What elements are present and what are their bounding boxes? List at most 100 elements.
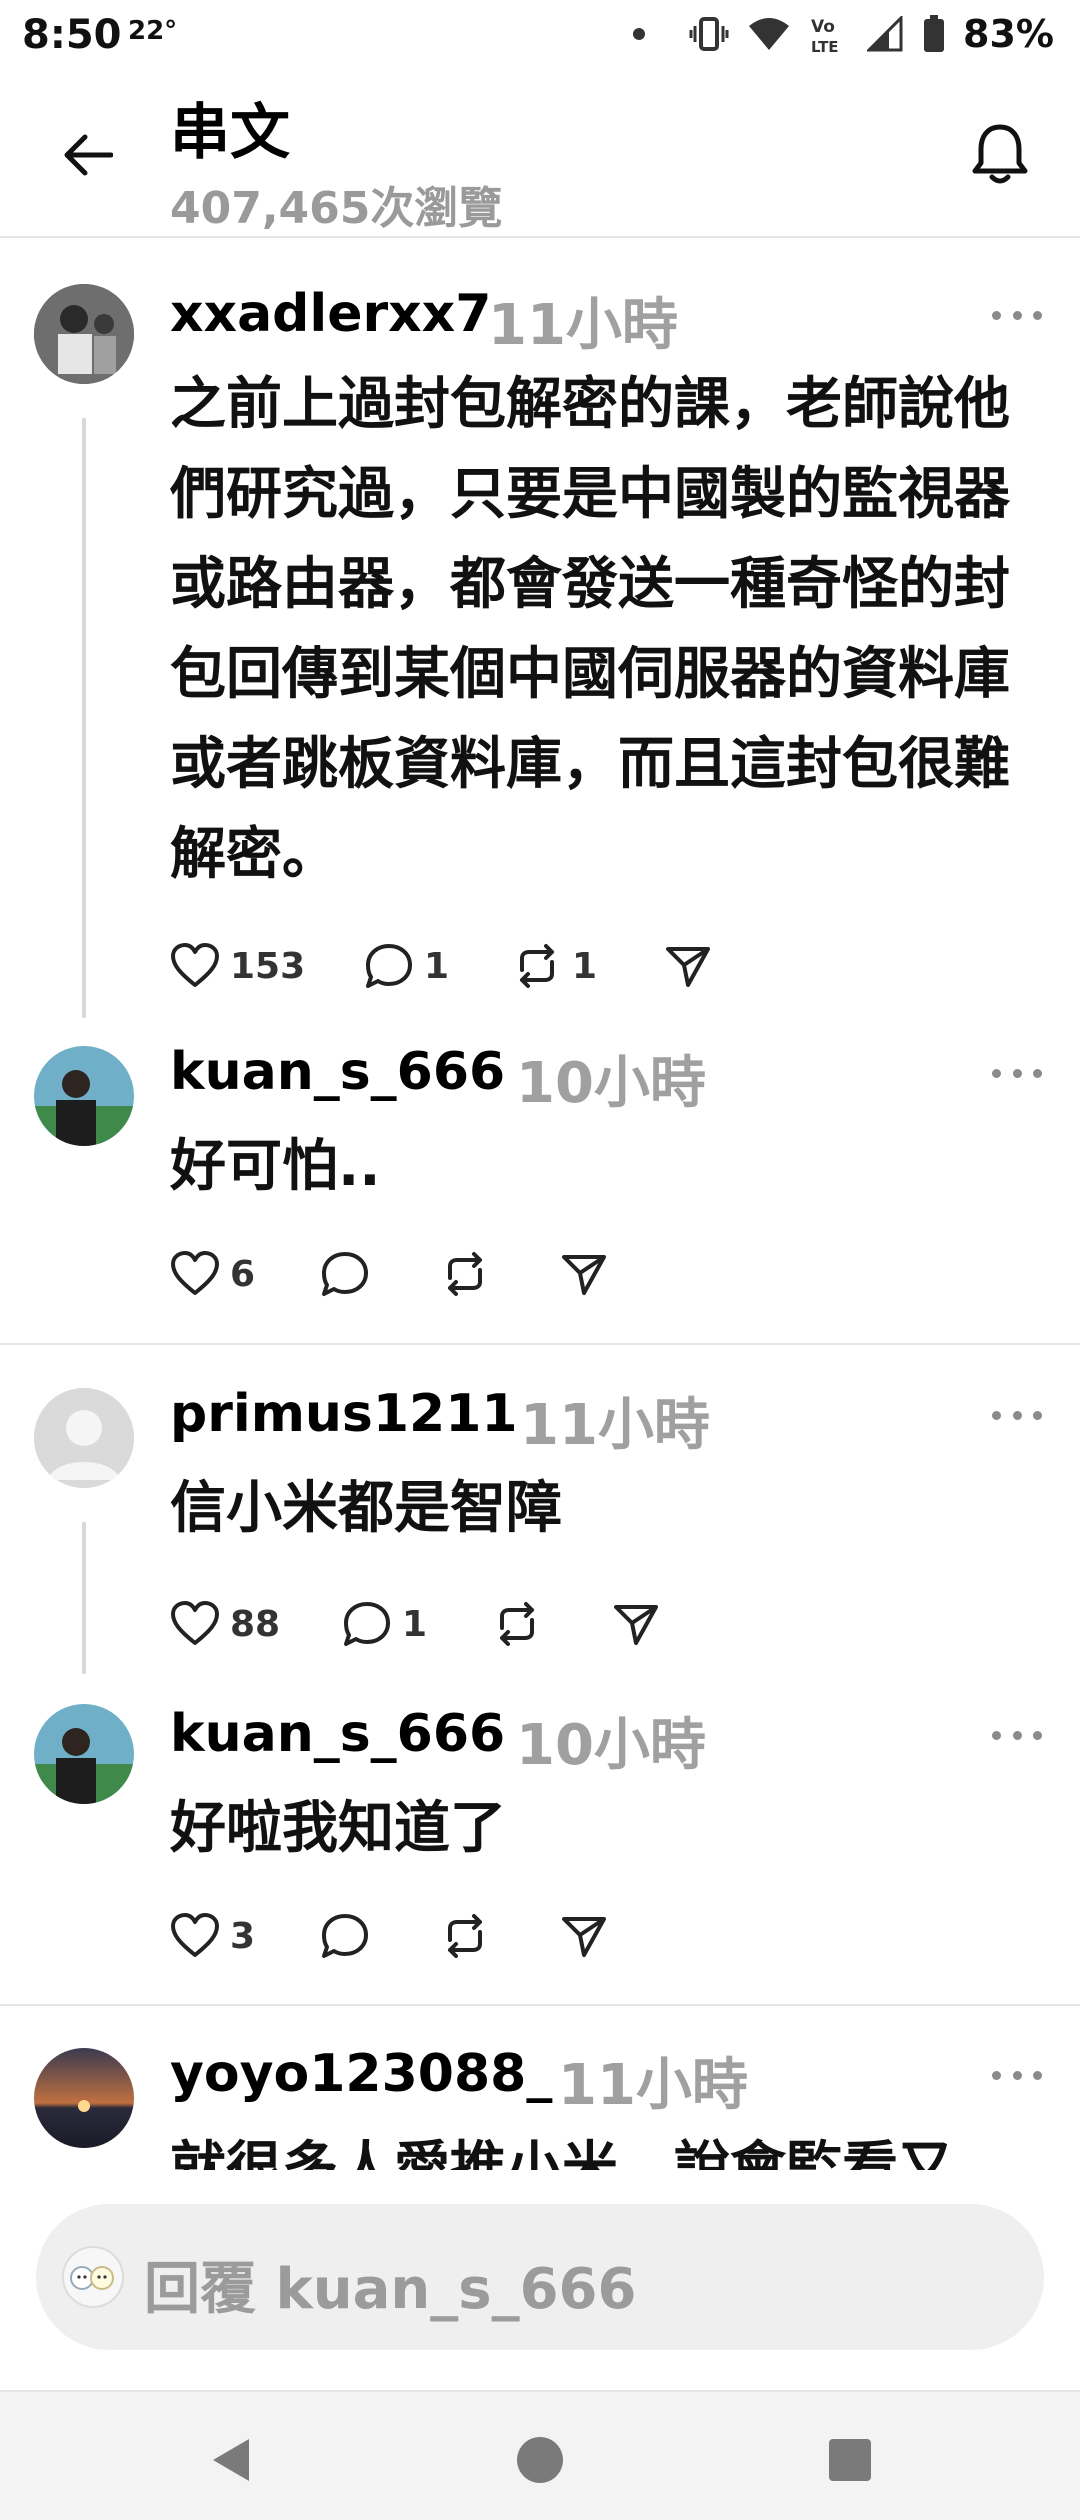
repost-button[interactable] xyxy=(440,1244,490,1304)
username[interactable]: xxadlerxx7 xyxy=(170,284,491,344)
send-icon xyxy=(666,947,710,987)
post-text: 之前上過封包解密的課，老師說他們研究過，只要是中國製的監視器或路由器，都會發送一… xyxy=(170,372,1010,887)
avatar[interactable] xyxy=(34,284,134,384)
share-button[interactable] xyxy=(560,1244,608,1304)
post-text: 好可怕.. xyxy=(170,1134,381,1199)
signal-icon xyxy=(867,16,905,52)
thread-line xyxy=(82,418,86,1018)
notify-button[interactable] xyxy=(960,114,1040,194)
comment-button[interactable] xyxy=(320,1906,370,1966)
comment-icon xyxy=(344,1602,390,1646)
repost-icon xyxy=(448,1914,482,1958)
comment-icon xyxy=(322,1914,368,1958)
notification-dot-icon xyxy=(633,28,646,40)
repost-count: 1 xyxy=(572,945,598,987)
heart-icon xyxy=(171,1601,219,1645)
thread-post: yoyo123088_ 11小時 就很多人愛推小米，說會監看又 xyxy=(0,2040,1080,2170)
more-button[interactable] xyxy=(992,300,1042,330)
wifi-icon xyxy=(747,16,791,52)
repost-icon xyxy=(500,1602,534,1646)
nav-home-button[interactable] xyxy=(500,2420,580,2500)
more-horizontal-icon xyxy=(992,2070,1001,2080)
post-text: 信小米都是智障 xyxy=(170,1476,562,1541)
send-icon xyxy=(562,1917,606,1957)
user-avatar xyxy=(62,2246,124,2308)
like-count: 88 xyxy=(230,1603,281,1645)
username[interactable]: kuan_s_666 xyxy=(170,1704,505,1764)
like-button[interactable]: 88 xyxy=(170,1594,280,1654)
avatar[interactable] xyxy=(34,1046,134,1146)
repost-button[interactable] xyxy=(440,1906,490,1966)
send-icon xyxy=(614,1605,658,1645)
arrow-left-icon xyxy=(64,134,113,176)
comment-button[interactable]: 1 xyxy=(364,936,449,996)
like-button[interactable]: 153 xyxy=(170,936,305,996)
share-button[interactable] xyxy=(664,936,712,996)
more-horizontal-icon xyxy=(992,310,1001,320)
back-button[interactable] xyxy=(52,120,122,190)
more-button[interactable] xyxy=(992,2060,1042,2090)
send-icon xyxy=(562,1255,606,1295)
page-title: 串文 xyxy=(170,98,290,168)
repost-button[interactable] xyxy=(492,1594,542,1654)
like-count: 3 xyxy=(230,1915,256,1957)
status-time: 8:50 xyxy=(22,12,122,58)
post-text: 好啦我知道了 xyxy=(170,1796,506,1861)
divider xyxy=(0,1343,1080,1345)
nav-back-button[interactable] xyxy=(190,2420,270,2500)
more-button[interactable] xyxy=(992,1720,1042,1750)
reply-placeholder: 回覆 kuan_s_666 xyxy=(144,2257,637,2322)
triangle-back-icon xyxy=(213,2439,249,2481)
username[interactable]: kuan_s_666 xyxy=(170,1042,505,1102)
share-button[interactable] xyxy=(612,1594,660,1654)
battery-percent: 83% xyxy=(963,12,1054,56)
more-button[interactable] xyxy=(992,1400,1042,1430)
post-time: 11小時 xyxy=(520,1393,710,1458)
svg-text:Vo: Vo xyxy=(811,17,835,37)
username[interactable]: primus1211 xyxy=(170,1384,518,1444)
post-text: 就很多人愛推小米，說會監看又 xyxy=(170,2136,954,2170)
thread-header: 串文 407,465次瀏覽 xyxy=(0,70,1080,238)
more-button[interactable] xyxy=(992,1058,1042,1088)
more-horizontal-icon xyxy=(992,1410,1001,1420)
volte-icon: Vo LTE xyxy=(809,14,849,54)
square-recents-icon xyxy=(829,2439,871,2481)
avatar[interactable] xyxy=(34,1704,134,1804)
reply-input[interactable]: 回覆 kuan_s_666 xyxy=(36,2204,1044,2350)
share-button[interactable] xyxy=(560,1906,608,1966)
system-nav-bar xyxy=(0,2390,1080,2520)
nav-recents-button[interactable] xyxy=(810,2420,890,2500)
repost-button[interactable]: 1 xyxy=(512,936,597,996)
username[interactable]: yoyo123088_ xyxy=(170,2044,552,2104)
thread-line xyxy=(82,1522,86,1674)
post-time: 11小時 xyxy=(558,2053,748,2118)
default-avatar-icon xyxy=(34,1388,134,1488)
avatar[interactable] xyxy=(34,2048,134,2148)
heart-icon xyxy=(171,1913,219,1957)
comment-button[interactable]: 1 xyxy=(342,1594,427,1654)
vibrate-icon xyxy=(689,16,729,52)
status-bar: 8:50 22° Vo LTE 83% xyxy=(0,0,1080,70)
heart-icon xyxy=(171,943,219,987)
comment-icon xyxy=(322,1252,368,1296)
more-horizontal-icon xyxy=(992,1068,1001,1078)
like-count: 153 xyxy=(230,945,306,987)
post-time: 10小時 xyxy=(516,1051,706,1116)
more-horizontal-icon xyxy=(992,1730,1001,1740)
comment-count: 1 xyxy=(402,1603,428,1645)
like-button[interactable]: 6 xyxy=(170,1244,255,1304)
comment-icon xyxy=(366,944,412,988)
avatar[interactable] xyxy=(34,1388,134,1488)
view-count: 407,465次瀏覽 xyxy=(170,183,503,234)
comment-count: 1 xyxy=(424,945,450,987)
like-button[interactable]: 3 xyxy=(170,1906,255,1966)
svg-text:LTE: LTE xyxy=(811,38,839,54)
repost-icon xyxy=(520,944,554,988)
post-time: 10小時 xyxy=(516,1713,706,1778)
circle-home-icon xyxy=(517,2437,563,2483)
battery-icon xyxy=(923,15,945,53)
repost-icon xyxy=(448,1252,482,1296)
post-time: 11小時 xyxy=(488,293,678,358)
comment-button[interactable] xyxy=(320,1244,370,1304)
heart-icon xyxy=(171,1251,219,1295)
